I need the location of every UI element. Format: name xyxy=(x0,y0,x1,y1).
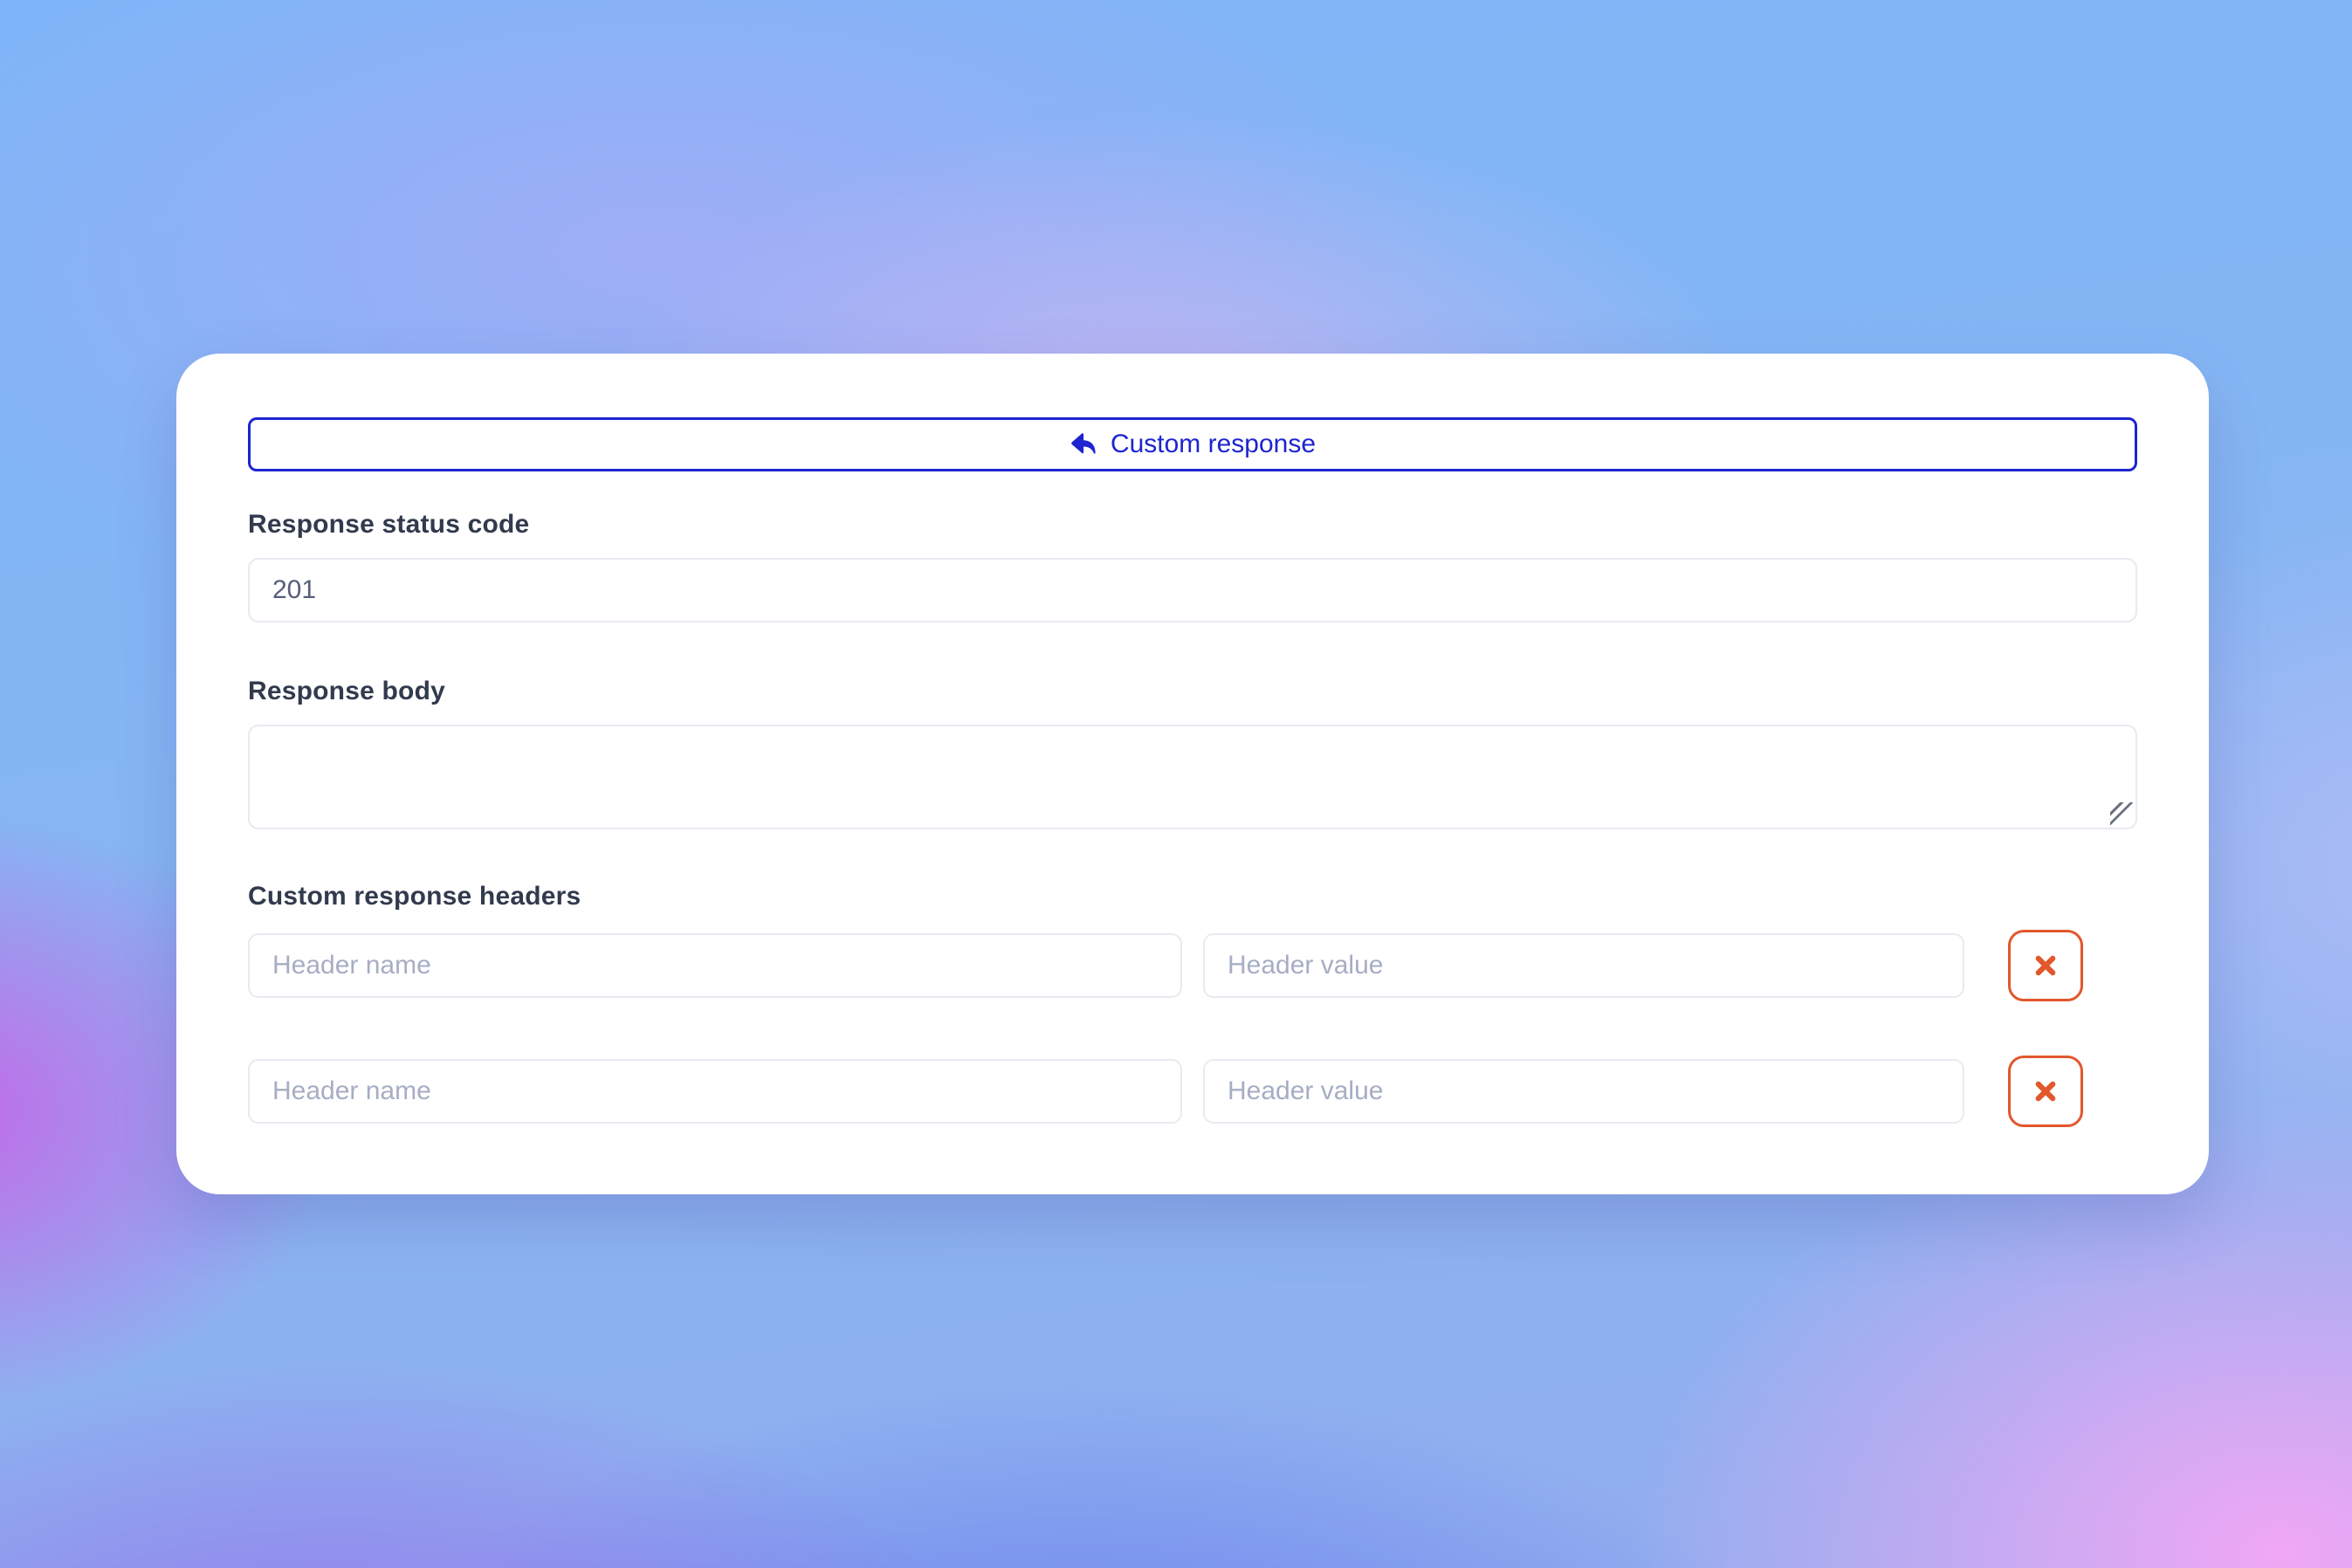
x-icon xyxy=(2031,951,2060,980)
header-value-input[interactable] xyxy=(1203,933,1964,998)
custom-response-button[interactable]: Custom response xyxy=(248,417,2137,471)
response-body-field xyxy=(248,725,2137,829)
status-code-label: Response status code xyxy=(248,508,2137,541)
reply-icon xyxy=(1069,432,1097,457)
header-name-input[interactable] xyxy=(248,933,1182,998)
status-code-input[interactable] xyxy=(248,558,2137,622)
response-body-label: Response body xyxy=(248,675,2137,708)
response-body-textarea[interactable] xyxy=(248,725,2137,829)
header-value-input[interactable] xyxy=(1203,1059,1964,1124)
resize-grip-icon[interactable] xyxy=(2110,802,2133,825)
x-icon xyxy=(2031,1076,2060,1106)
remove-header-button[interactable] xyxy=(2008,930,2083,1001)
header-row xyxy=(248,930,2137,1001)
custom-response-button-label: Custom response xyxy=(1111,430,1316,459)
custom-response-headers-label: Custom response headers xyxy=(248,880,2137,913)
header-row xyxy=(248,1056,2137,1127)
remove-header-button[interactable] xyxy=(2008,1056,2083,1127)
header-name-input[interactable] xyxy=(248,1059,1182,1124)
desktop-background: { "card": { "button": { "label": "Custom… xyxy=(0,0,2352,1568)
custom-response-card: Custom response Response status code Res… xyxy=(176,354,2209,1194)
